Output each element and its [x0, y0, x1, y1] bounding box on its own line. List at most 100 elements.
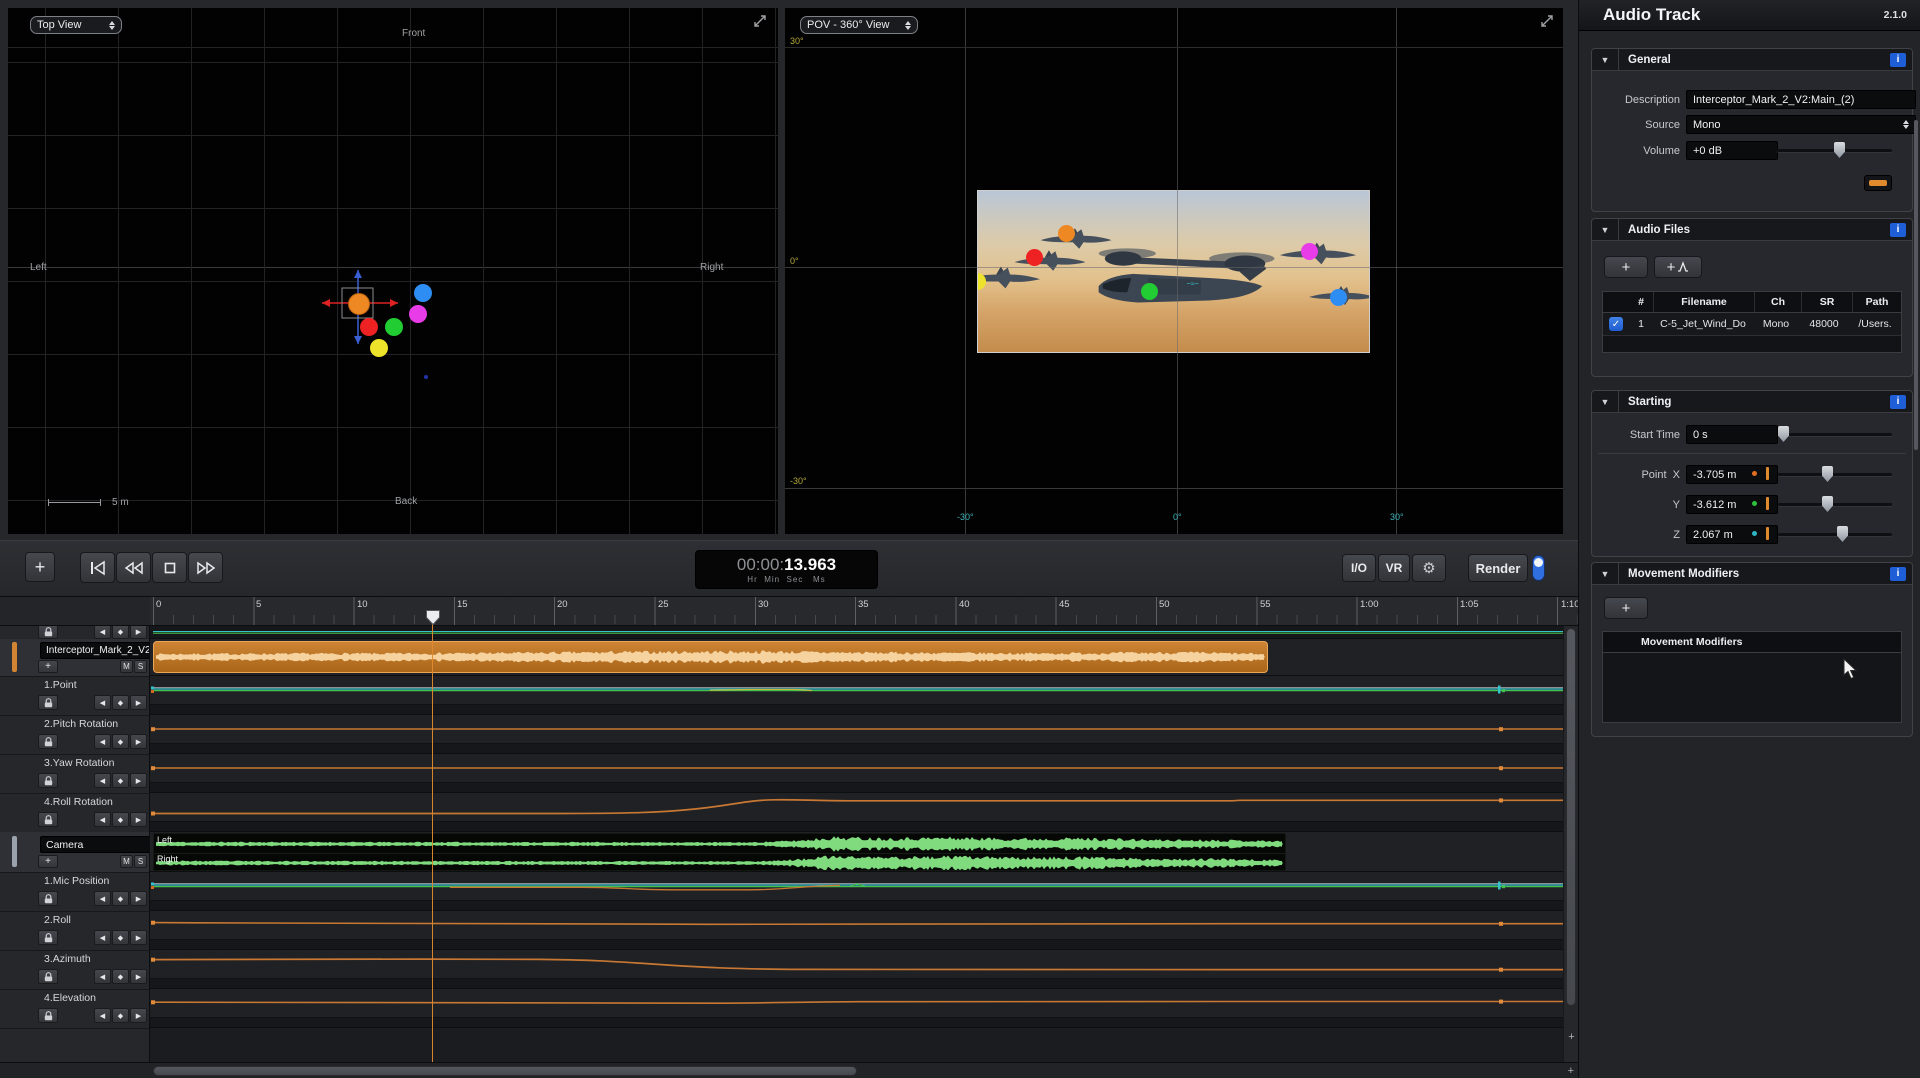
add-modifier-button[interactable]: +: [1604, 597, 1648, 619]
render-toggle[interactable]: [1532, 555, 1545, 581]
point-z-field[interactable]: 2.067 m: [1686, 525, 1778, 544]
next-keyframe-button[interactable]: ▶: [130, 812, 147, 827]
next-keyframe-button[interactable]: ▶: [130, 626, 147, 639]
lock-icon[interactable]: [38, 891, 58, 906]
pov-dot-orange[interactable]: [1058, 225, 1075, 242]
lock-icon[interactable]: [38, 969, 58, 984]
add-keyframe-button[interactable]: ◆: [112, 1008, 129, 1023]
add-file-button[interactable]: +: [1604, 256, 1648, 278]
playhead-marker[interactable]: [426, 610, 440, 625]
add-keyframe-button[interactable]: ◆: [112, 891, 129, 906]
playhead-line[interactable]: [432, 614, 433, 1062]
add-keyframe-button[interactable]: ◆: [112, 695, 129, 710]
skip-start-button[interactable]: [80, 552, 115, 583]
add-lane-button[interactable]: +: [38, 660, 58, 673]
lock-icon[interactable]: [38, 773, 58, 788]
add-keyframe-button[interactable]: ◆: [112, 930, 129, 945]
next-keyframe-button[interactable]: ▶: [130, 1008, 147, 1023]
add-keyframe-button[interactable]: ◆: [112, 773, 129, 788]
rewind-button[interactable]: [116, 552, 151, 583]
point-y-field[interactable]: -3.612 m: [1686, 495, 1778, 514]
collapse-toggle[interactable]: ▼: [1592, 563, 1619, 584]
lane-header-elevation[interactable]: 4.Elevation ◀◆▶: [0, 989, 150, 1029]
audio-files-table[interactable]: # Filename Ch SR Path ✓ 1 C-5_Jet_Wind_D…: [1602, 291, 1902, 353]
prev-keyframe-button[interactable]: ◀: [94, 773, 111, 788]
io-button[interactable]: I/O: [1342, 554, 1376, 582]
add-lane-button[interactable]: +: [38, 855, 58, 868]
collapse-toggle[interactable]: ▼: [1592, 219, 1619, 240]
lock-icon[interactable]: [38, 626, 58, 639]
lane-roll-rotation[interactable]: [150, 793, 1563, 832]
prev-keyframe-button[interactable]: ◀: [94, 969, 111, 984]
audio-clip[interactable]: [153, 641, 1268, 673]
prev-keyframe-button[interactable]: ◀: [94, 891, 111, 906]
camera-track-name-field[interactable]: Camera: [40, 836, 150, 853]
pov-dot-red[interactable]: [1026, 249, 1043, 266]
pov-view-selector[interactable]: POV - 360° View: [800, 16, 918, 34]
next-keyframe-button[interactable]: ▶: [130, 930, 147, 945]
stop-button[interactable]: [152, 552, 187, 583]
fast-forward-button[interactable]: [188, 552, 223, 583]
lane-header-yaw[interactable]: 3.Yaw Rotation ◀◆▶: [0, 754, 150, 794]
info-icon[interactable]: i: [1890, 567, 1906, 581]
mute-button[interactable]: M: [120, 855, 133, 868]
next-keyframe-button[interactable]: ▶: [130, 969, 147, 984]
next-keyframe-button[interactable]: ▶: [130, 734, 147, 749]
camera-track-header[interactable]: Camera + M S: [0, 832, 150, 873]
start-time-field[interactable]: 0 s: [1686, 425, 1778, 444]
lock-icon[interactable]: [38, 695, 58, 710]
point-x-field[interactable]: -3.705 m: [1686, 465, 1778, 484]
lane-elevation[interactable]: [150, 989, 1563, 1028]
point-z-slider[interactable]: [1778, 533, 1892, 536]
source-dot-magenta[interactable]: [409, 305, 427, 323]
pov-dot-blue[interactable]: [1330, 289, 1347, 306]
lane-header-mic-position[interactable]: 1.Mic Position ◀◆▶: [0, 872, 150, 912]
camera-clip[interactable]: Left Right: [153, 833, 1286, 871]
source-dot-red[interactable]: [360, 318, 378, 336]
volume-slider[interactable]: [1776, 149, 1892, 152]
point-y-slider[interactable]: [1778, 503, 1892, 506]
lane-header-roll-rotation[interactable]: 4.Roll Rotation ◀◆▶: [0, 793, 150, 833]
lane-header-pitch[interactable]: 2.Pitch Rotation ◀◆▶: [0, 715, 150, 755]
add-keyframe-button[interactable]: ◆: [112, 812, 129, 827]
top-view-viewport[interactable]: Front Left Right Back 5 m Top View: [8, 8, 778, 534]
lane-mic-position[interactable]: [150, 872, 1563, 911]
pov-dot-magenta[interactable]: [1301, 243, 1318, 260]
info-icon[interactable]: i: [1890, 395, 1906, 409]
track-color-swatch[interactable]: [1864, 175, 1892, 191]
pov-viewport[interactable]: ~≈~ 30° 0° -30° -30° 0° 30° POV - 360° V…: [785, 8, 1563, 534]
lane-header-azimuth[interactable]: 3.Azimuth ◀◆▶: [0, 950, 150, 990]
render-button[interactable]: Render: [1468, 554, 1528, 582]
info-icon[interactable]: i: [1890, 53, 1906, 67]
settings-button[interactable]: ⚙: [1412, 554, 1446, 582]
source-dot-green[interactable]: [385, 318, 403, 336]
add-keyframe-button[interactable]: ◆: [112, 969, 129, 984]
expand-icon[interactable]: [752, 13, 768, 29]
source-dropdown[interactable]: Mono: [1686, 115, 1916, 134]
collapse-toggle[interactable]: ▼: [1592, 49, 1619, 70]
add-track-button[interactable]: +: [25, 552, 55, 582]
lane-point[interactable]: [150, 676, 1563, 715]
audio-track-name-field[interactable]: Interceptor_Mark_2_V2: [40, 642, 150, 659]
top-view-selector[interactable]: Top View: [30, 16, 122, 34]
prev-keyframe-button[interactable]: ◀: [94, 930, 111, 945]
audio-file-row[interactable]: ✓ 1 C-5_Jet_Wind_Do Mono 48000 /Users.: [1603, 313, 1901, 336]
timeline-horizontal-scrollbar[interactable]: +: [0, 1062, 1578, 1078]
source-dot-orange[interactable]: [348, 293, 370, 315]
next-keyframe-button[interactable]: ▶: [130, 773, 147, 788]
prev-keyframe-button[interactable]: ◀: [94, 626, 111, 639]
zoom-add-icon[interactable]: +: [1566, 1032, 1577, 1043]
add-file-with-wave-button[interactable]: +: [1654, 256, 1702, 278]
pov-dot-green[interactable]: [1141, 283, 1158, 300]
description-field[interactable]: Interceptor_Mark_2_V2:Main_(2): [1686, 90, 1916, 109]
prev-keyframe-button[interactable]: ◀: [94, 734, 111, 749]
lane-header-point[interactable]: 1.Point ◀◆▶: [0, 676, 150, 716]
timeline-vertical-scrollbar[interactable]: +: [1563, 626, 1578, 1062]
lock-icon[interactable]: [38, 930, 58, 945]
lock-icon[interactable]: [38, 734, 58, 749]
next-keyframe-button[interactable]: ▶: [130, 891, 147, 906]
lock-icon[interactable]: [38, 812, 58, 827]
lock-icon[interactable]: [38, 1008, 58, 1023]
solo-button[interactable]: S: [134, 855, 147, 868]
solo-button[interactable]: S: [134, 660, 147, 673]
